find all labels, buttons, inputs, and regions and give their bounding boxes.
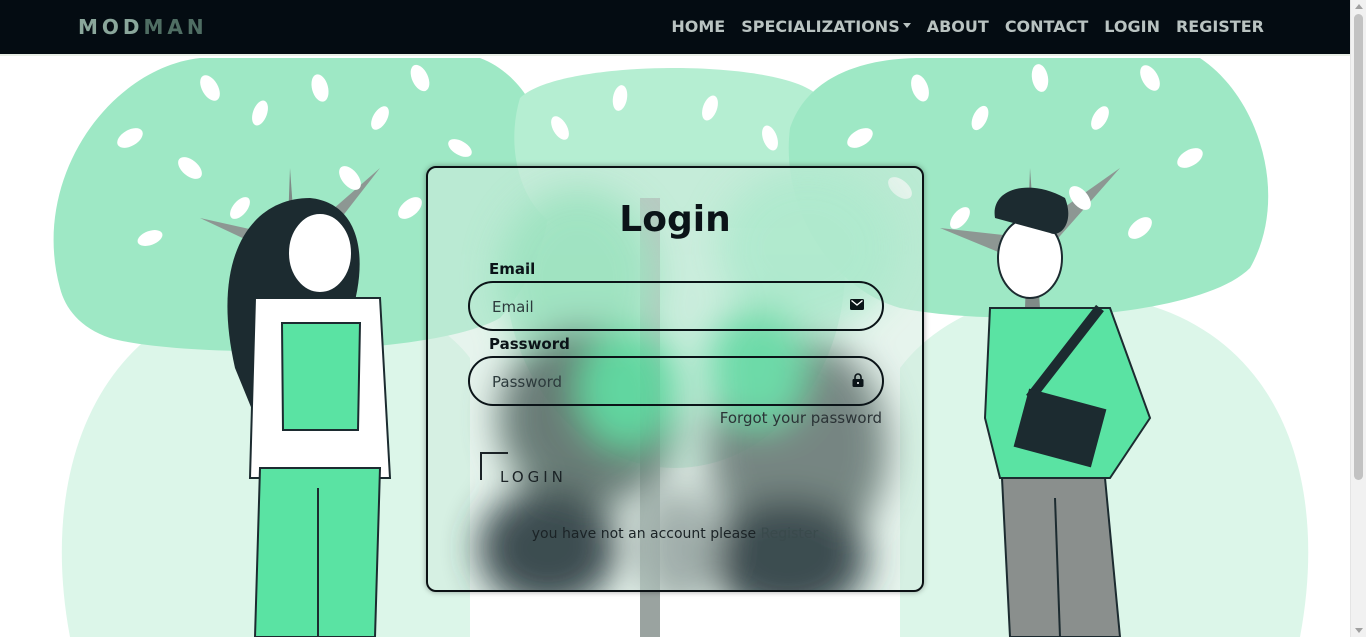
brand-logo[interactable]: MODMAN	[78, 15, 208, 39]
nav-contact[interactable]: CONTACT	[1005, 17, 1088, 37]
register-prompt-text: you have not an account please	[531, 526, 757, 542]
email-label: Email	[489, 260, 536, 278]
lock-icon	[852, 373, 864, 387]
login-submit-label: LOGIN	[500, 468, 567, 486]
password-label: Password	[489, 335, 570, 353]
login-submit-button[interactable]: LOGIN	[480, 452, 600, 492]
top-navbar: MODMAN HOME SPECIALIZATIONS ABOUT CONTAC…	[0, 0, 1350, 56]
login-title: Login	[619, 199, 731, 240]
envelope-icon	[850, 299, 864, 310]
scroll-up-arrow-icon[interactable]	[1355, 4, 1363, 9]
page-scrollbar[interactable]	[1350, 0, 1366, 637]
email-field-wrapper	[468, 281, 884, 331]
nav-specializations-dropdown[interactable]: SPECIALIZATIONS	[741, 17, 911, 37]
register-prompt: you have not an account please Register	[428, 526, 922, 542]
scroll-thumb[interactable]	[1354, 14, 1363, 480]
password-input[interactable]	[490, 358, 834, 406]
nav-login[interactable]: LOGIN	[1104, 17, 1160, 37]
nav-links: HOME SPECIALIZATIONS ABOUT CONTACT LOGIN…	[671, 17, 1264, 37]
nav-home[interactable]: HOME	[671, 17, 725, 37]
caret-down-icon	[902, 23, 911, 28]
brand-part-2: MAN	[143, 15, 208, 39]
scroll-down-arrow-icon[interactable]	[1355, 628, 1363, 633]
register-link[interactable]: Register	[761, 526, 819, 542]
login-card: Login Email Password Forgot your passwor…	[426, 166, 924, 592]
forgot-password-link[interactable]: Forgot your password	[720, 409, 882, 427]
nav-about[interactable]: ABOUT	[927, 17, 989, 37]
email-input[interactable]	[490, 283, 834, 331]
nav-specializations-label: SPECIALIZATIONS	[741, 17, 900, 36]
brand-part-1: MOD	[78, 15, 144, 39]
password-field-wrapper	[468, 356, 884, 406]
nav-register[interactable]: REGISTER	[1176, 17, 1264, 37]
